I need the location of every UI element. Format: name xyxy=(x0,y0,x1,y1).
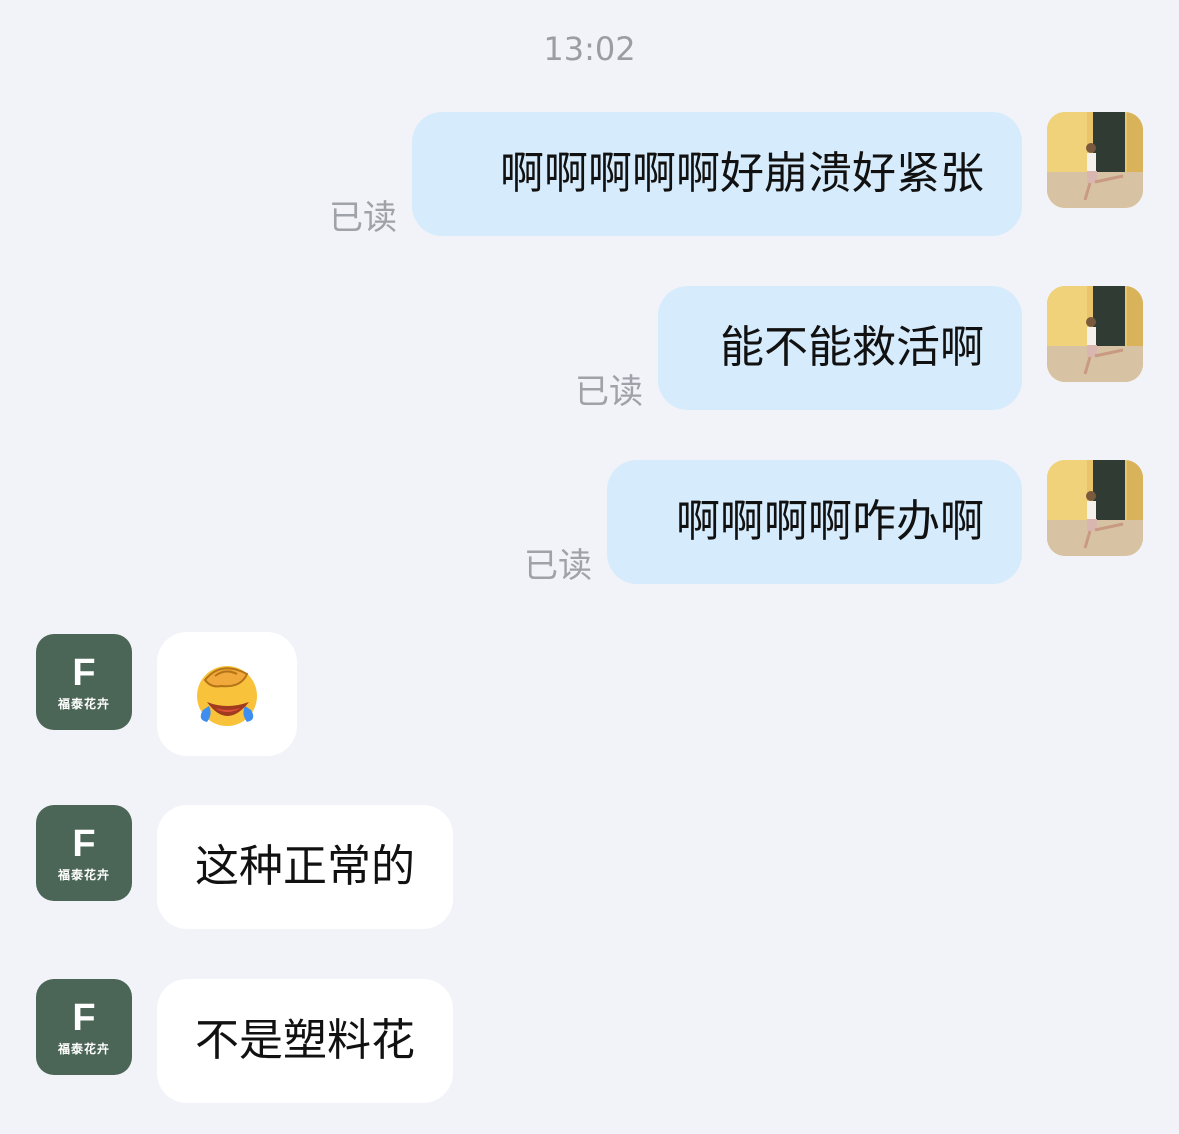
self-avatar[interactable] xyxy=(1047,112,1143,208)
shop-avatar-name: 福泰花卉 xyxy=(57,696,110,711)
facepalm-laugh-cry-emoji-icon xyxy=(197,666,257,726)
self-avatar[interactable] xyxy=(1047,460,1143,556)
outgoing-message-bubble[interactable]: 啊啊啊啊啊好崩溃好紧张 xyxy=(412,112,1022,236)
incoming-message-bubble[interactable]: 这种正常的 xyxy=(157,805,453,929)
shop-avatar-letter: F xyxy=(72,996,96,1039)
chat-thread: 13:02 已读 啊啊啊啊啊好崩溃好紧张 已读 能不能救活啊 已读 啊啊啊啊咋办… xyxy=(0,0,1179,1134)
incoming-message-bubble[interactable]: 不是塑料花 xyxy=(157,979,453,1103)
shop-avatar-name: 福泰花卉 xyxy=(57,1041,110,1056)
shop-avatar[interactable]: F 福泰花卉 xyxy=(36,634,132,730)
self-avatar[interactable] xyxy=(1047,286,1143,382)
shop-avatar[interactable]: F 福泰花卉 xyxy=(36,979,132,1075)
shop-avatar[interactable]: F 福泰花卉 xyxy=(36,805,132,901)
avatar-photo-icon xyxy=(1047,460,1143,556)
read-status: 已读 xyxy=(524,546,592,586)
read-status: 已读 xyxy=(575,372,643,412)
outgoing-message-bubble[interactable]: 能不能救活啊 xyxy=(658,286,1022,410)
read-status: 已读 xyxy=(329,198,397,238)
shop-avatar-letter: F xyxy=(72,651,96,694)
avatar-photo-icon xyxy=(1047,286,1143,382)
shop-avatar-letter: F xyxy=(72,822,96,865)
avatar-photo-icon xyxy=(1047,112,1143,208)
shop-avatar-name: 福泰花卉 xyxy=(57,867,110,882)
incoming-emoji-bubble[interactable] xyxy=(157,632,297,756)
outgoing-message-bubble[interactable]: 啊啊啊啊咋办啊 xyxy=(607,460,1022,584)
message-timestamp: 13:02 xyxy=(543,30,636,68)
